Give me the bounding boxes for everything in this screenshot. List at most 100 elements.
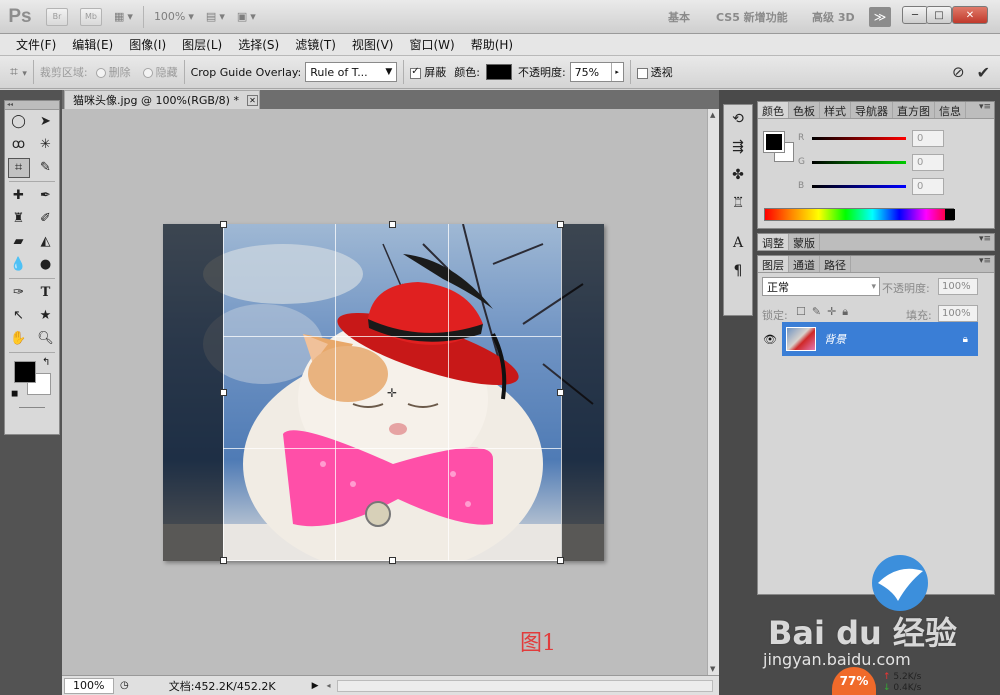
tab-adjustments[interactable]: 调整 xyxy=(758,234,789,250)
zoom-field[interactable]: 100% xyxy=(64,677,114,694)
crop-handle-top-right[interactable] xyxy=(557,221,564,228)
foreground-color-swatch[interactable] xyxy=(14,361,36,383)
panel-menu-icon[interactable]: ▾≡ xyxy=(979,256,994,272)
history-brush-tool-icon[interactable]: ✐ xyxy=(35,209,57,229)
tab-layers[interactable]: 图层 xyxy=(758,256,789,272)
crop-tool-preset-button[interactable]: ⌗ ▾ xyxy=(10,64,27,80)
healing-brush-tool-icon[interactable]: ✚ xyxy=(8,186,30,206)
panel-menu-icon[interactable]: ▾≡ xyxy=(979,102,994,118)
crop-handle-bottom-left[interactable] xyxy=(220,557,227,564)
lock-icons[interactable]: ☐✎✛🔒︎ xyxy=(796,305,854,319)
menu-image[interactable]: 图像(I) xyxy=(121,36,174,53)
crop-tool-icon[interactable]: ⌗ xyxy=(7,157,30,178)
tab-paths[interactable]: 路径 xyxy=(820,256,851,272)
magic-wand-tool-icon[interactable]: ✳ xyxy=(35,135,57,155)
tab-channels[interactable]: 通道 xyxy=(789,256,820,272)
blue-slider[interactable]: B 0 xyxy=(798,176,998,196)
color-spectrum[interactable] xyxy=(764,208,955,221)
clone-source-panel-icon[interactable]: ♖ xyxy=(724,189,752,217)
tab-info[interactable]: 信息 xyxy=(935,102,966,118)
eyedropper-tool-icon[interactable]: ✎ xyxy=(35,158,57,178)
workspace-cs5-new[interactable]: CS5 新增功能 xyxy=(716,6,788,28)
screen-mode-button[interactable]: ▣ ▾ xyxy=(237,6,256,28)
tab-histogram[interactable]: 直方图 xyxy=(893,102,935,118)
menu-layer[interactable]: 图层(L) xyxy=(174,36,230,53)
workspace-essentials[interactable]: 基本 xyxy=(668,6,690,28)
lasso-tool-icon[interactable]: ꝏ xyxy=(8,135,30,155)
minibridge-button[interactable]: Mb xyxy=(80,6,102,28)
actions-panel-icon[interactable]: ⇶ xyxy=(724,133,752,161)
cat-photo[interactable]: ✛ xyxy=(163,224,604,561)
tab-masks[interactable]: 蒙版 xyxy=(789,234,820,250)
character-panel-icon[interactable]: A xyxy=(724,229,752,257)
green-slider[interactable]: G 0 xyxy=(798,152,998,172)
layer-row-background[interactable]: 背景 🔒︎ xyxy=(782,322,978,356)
tab-color[interactable]: 颜色 xyxy=(758,102,789,118)
red-slider[interactable]: R 0 xyxy=(798,128,998,148)
tab-navigator[interactable]: 导航器 xyxy=(851,102,893,118)
crop-handle-right[interactable] xyxy=(557,389,564,396)
delete-radio[interactable]: 删除 xyxy=(95,64,131,80)
color-panel-foreground-swatch[interactable] xyxy=(763,131,785,153)
arrange-documents-button[interactable]: ▤ ▾ xyxy=(206,6,225,28)
crop-handle-bottom-right[interactable] xyxy=(557,557,564,564)
overlay-select[interactable]: Rule of T... ▼ xyxy=(305,62,398,82)
pen-tool-icon[interactable]: ✑ xyxy=(8,283,30,303)
view-extras-button[interactable]: ▦ ▾ xyxy=(114,6,133,28)
close-window-button[interactable]: ✕ xyxy=(952,6,988,24)
tab-styles[interactable]: 样式 xyxy=(820,102,851,118)
opacity-field[interactable]: 75% ▸ xyxy=(569,62,624,82)
clone-stamp-tool-icon[interactable]: ♜ xyxy=(8,209,30,229)
crop-handle-bottom[interactable] xyxy=(389,557,396,564)
fill-field[interactable]: 100% xyxy=(938,305,978,322)
status-menu-icon[interactable]: ▶ xyxy=(312,681,319,691)
type-tool-icon[interactable]: T xyxy=(35,283,57,303)
crop-center-icon[interactable]: ✛ xyxy=(387,386,397,400)
hand-tool-icon[interactable]: ✋ xyxy=(8,329,30,349)
zoom-tool-icon[interactable]: 🔍︎ xyxy=(35,329,57,349)
maximize-button[interactable]: □ xyxy=(926,6,952,24)
move-tool-icon[interactable]: ➤ xyxy=(35,112,57,132)
brush-tool-icon[interactable]: ✒ xyxy=(35,186,57,206)
tab-swatches[interactable]: 色板 xyxy=(789,102,820,118)
cancel-crop-icon[interactable]: ⊘ xyxy=(952,63,965,81)
horizontal-scrollbar[interactable] xyxy=(336,679,713,692)
perspective-checkbox[interactable]: 透视 xyxy=(636,64,673,80)
document-tab[interactable]: 猫咪头像.jpg @ 100%(RGB/8) * ✕ xyxy=(64,90,260,109)
paragraph-panel-icon[interactable]: ¶ xyxy=(724,257,752,285)
vertical-scrollbar[interactable]: ▲ ▼ xyxy=(707,109,719,675)
close-document-icon[interactable]: ✕ xyxy=(246,94,258,106)
menu-edit[interactable]: 编辑(E) xyxy=(64,36,121,53)
bridge-button[interactable]: Br xyxy=(46,6,68,28)
workspace-advanced-3d[interactable]: 高级 3D xyxy=(812,6,855,28)
shield-checkbox[interactable]: 屏蔽 xyxy=(410,64,446,80)
scroll-down-icon[interactable]: ▼ xyxy=(710,665,715,673)
layer-opacity-field[interactable]: 100% xyxy=(938,278,978,295)
menu-help[interactable]: 帮助(H) xyxy=(463,36,521,53)
crop-handle-top[interactable] xyxy=(389,221,396,228)
default-colors-icon[interactable]: ◼ xyxy=(11,389,18,399)
dodge-tool-icon[interactable]: ● xyxy=(35,255,57,275)
crop-handle-left[interactable] xyxy=(220,389,227,396)
path-selection-tool-icon[interactable]: ↖ xyxy=(8,306,30,326)
chevron-right-icon[interactable]: ▸ xyxy=(610,63,623,81)
blue-value-input[interactable]: 0 xyxy=(912,177,944,195)
layer-visibility-eye-icon[interactable]: 👁︎ xyxy=(760,322,780,356)
menu-select[interactable]: 选择(S) xyxy=(230,36,287,53)
zoom-level-select[interactable]: 100% ▾ xyxy=(154,6,194,28)
brush-presets-panel-icon[interactable]: ✤ xyxy=(724,161,752,189)
menu-filter[interactable]: 滤镜(T) xyxy=(287,36,344,53)
hscroll-left-icon[interactable]: ◂ xyxy=(326,681,330,690)
menu-view[interactable]: 视图(V) xyxy=(344,36,402,53)
scroll-up-icon[interactable]: ▲ xyxy=(710,111,715,119)
minimize-button[interactable]: ─ xyxy=(902,6,928,24)
marquee-tool-icon[interactable]: ◯ xyxy=(8,112,30,132)
swap-colors-icon[interactable]: ↰ xyxy=(42,357,50,368)
commit-crop-icon[interactable]: ✔ xyxy=(977,63,990,82)
red-value-input[interactable]: 0 xyxy=(912,129,944,147)
more-workspaces-button[interactable]: ≫ xyxy=(869,7,891,27)
hide-radio[interactable]: 隐藏 xyxy=(142,64,178,80)
menu-file[interactable]: 文件(F) xyxy=(8,36,64,53)
shield-color-swatch[interactable] xyxy=(485,64,512,80)
toolbox-collapse-handle[interactable]: ◂◂ xyxy=(5,101,59,110)
